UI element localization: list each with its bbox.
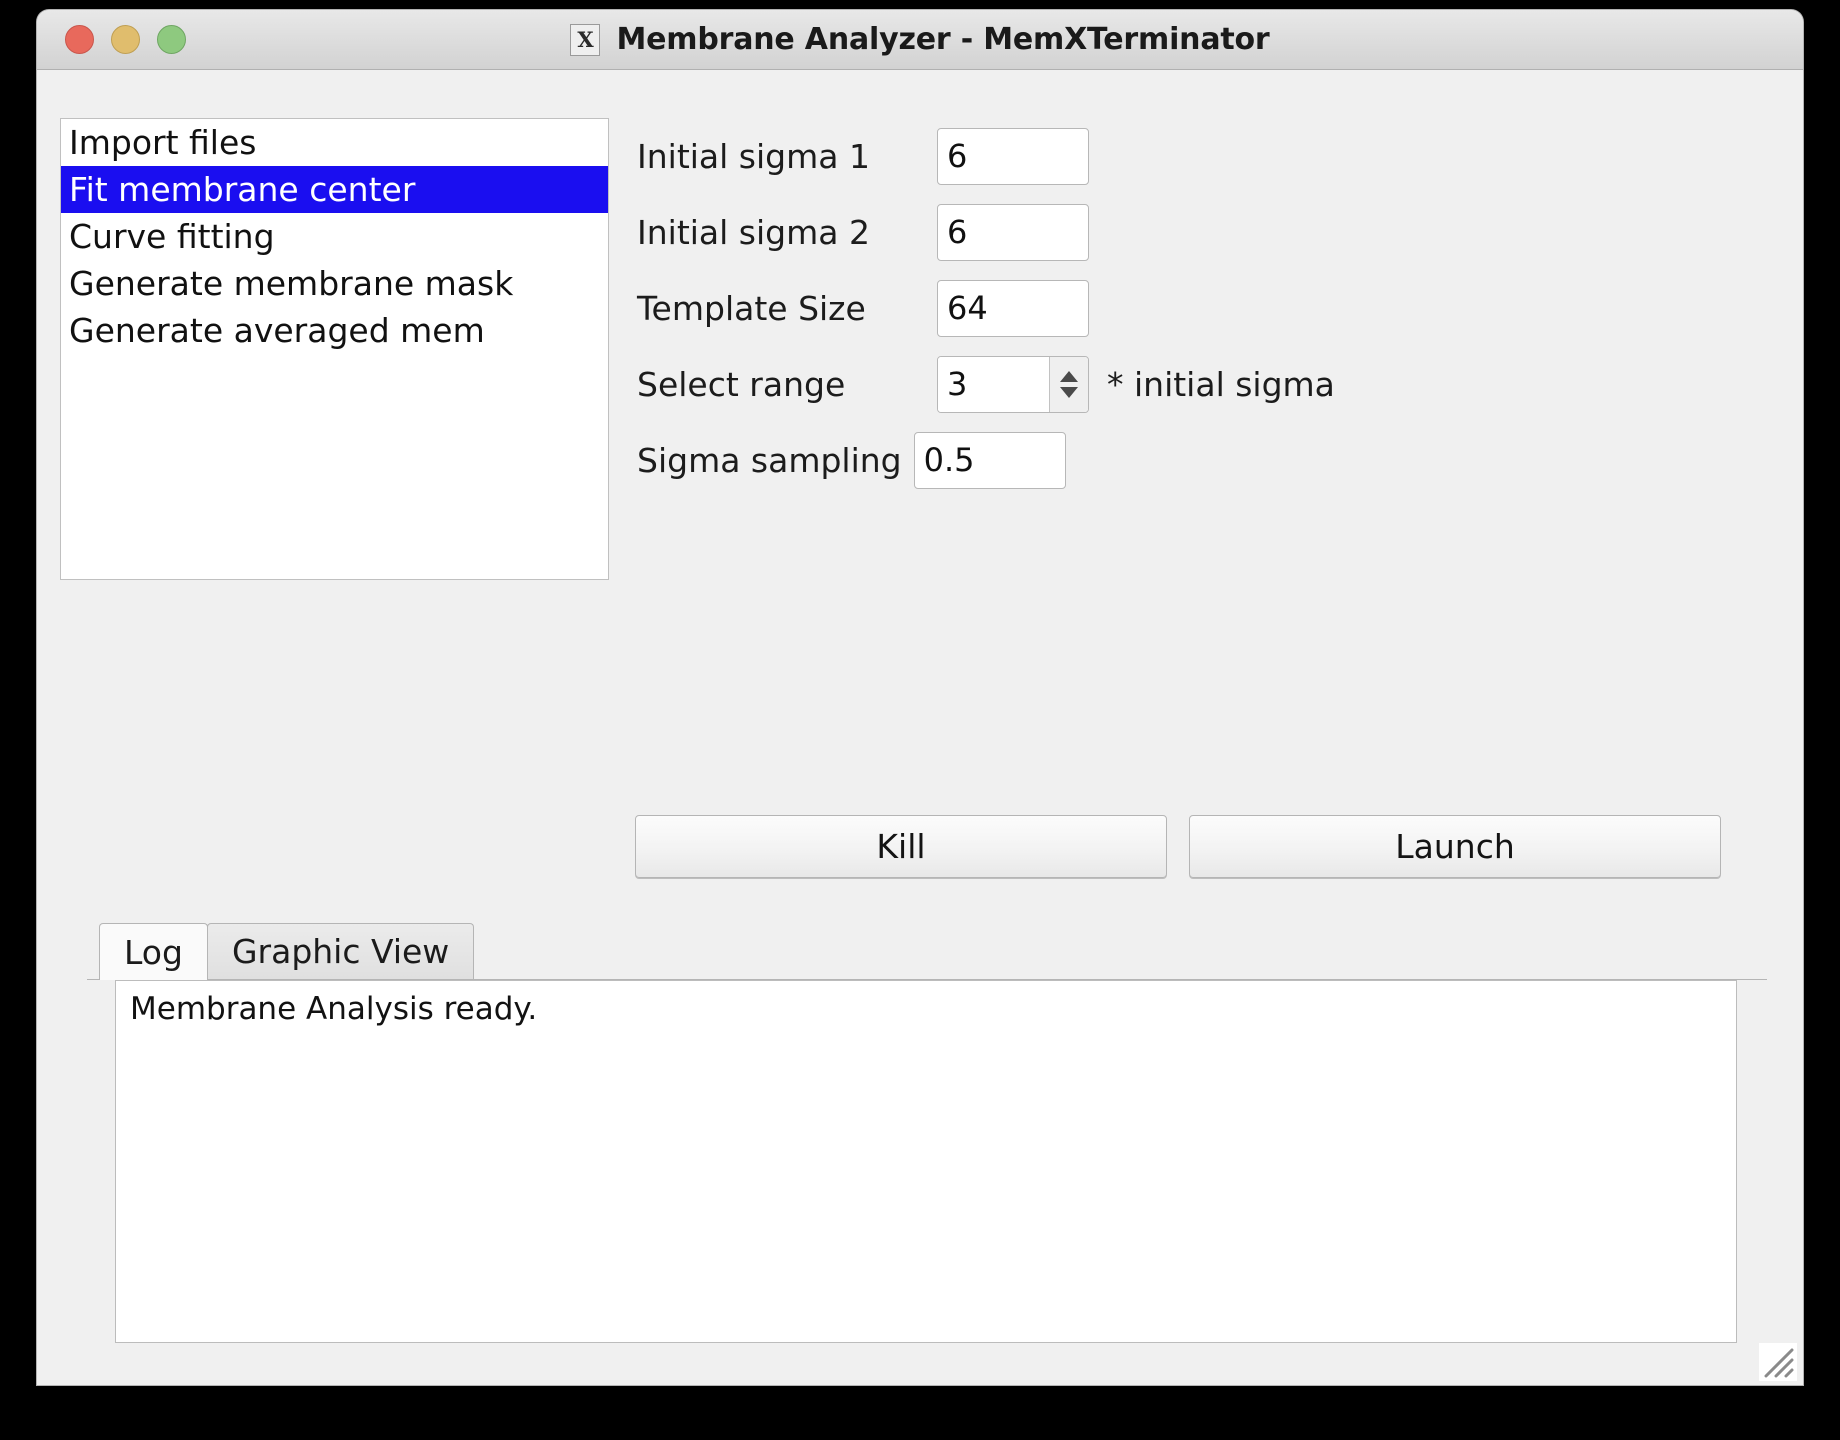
action-bar: Kill Launch [635, 815, 1721, 878]
launch-button[interactable]: Launch [1189, 815, 1721, 878]
title-group: X Membrane Analyzer - MemXTerminator [570, 22, 1270, 57]
tab-graphic-view[interactable]: Graphic View [206, 923, 475, 979]
list-item-generate-membrane-mask[interactable]: Generate membrane mask [61, 260, 608, 307]
initial-sigma-2-label: Initial sigma 2 [637, 212, 870, 252]
maximize-button[interactable] [157, 25, 186, 54]
tab-log[interactable]: Log [99, 923, 208, 980]
row-template-size: Template Size 64 [637, 270, 1335, 346]
list-item-import-files[interactable]: Import files [61, 119, 608, 166]
stepper-buttons[interactable] [1049, 356, 1088, 412]
chevron-up-icon[interactable] [1060, 370, 1078, 382]
row-initial-sigma-1: Initial sigma 1 6 [637, 118, 1335, 194]
x11-window-icon: X [570, 23, 601, 56]
template-size-input[interactable]: 64 [937, 279, 1089, 337]
close-button[interactable] [65, 25, 94, 54]
select-range-stepper[interactable]: 3 [937, 355, 1089, 413]
sigma-sampling-label: Sigma sampling [637, 440, 902, 480]
template-size-label: Template Size [637, 288, 866, 328]
title-bar[interactable]: X Membrane Analyzer - MemXTerminator [37, 10, 1803, 70]
window-title: Membrane Analyzer - MemXTerminator [616, 22, 1270, 57]
log-output[interactable]: Membrane Analysis ready. [115, 980, 1737, 1343]
list-item-generate-averaged-mem[interactable]: Generate averaged mem [61, 307, 608, 354]
minimize-button[interactable] [111, 25, 140, 54]
select-range-label: Select range [637, 364, 846, 404]
log-line: Membrane Analysis ready. [130, 991, 538, 1027]
list-item-fit-membrane-center[interactable]: Fit membrane center [61, 166, 608, 213]
row-sigma-sampling: Sigma sampling 0.5 [637, 422, 1335, 498]
window-content: Import files Fit membrane center Curve f… [37, 70, 1803, 1385]
output-tab-panel: Log Graphic View Membrane Analysis ready… [87, 918, 1767, 1365]
sigma-sampling-input[interactable]: 0.5 [913, 431, 1066, 489]
task-list[interactable]: Import files Fit membrane center Curve f… [60, 118, 609, 580]
resize-grip-icon[interactable] [1759, 1343, 1797, 1381]
select-range-suffix: * initial sigma [1107, 364, 1335, 404]
parameter-form: Initial sigma 1 6 Initial sigma 2 6 Temp… [637, 118, 1335, 498]
application-window: X Membrane Analyzer - MemXTerminator Imp… [37, 10, 1803, 1385]
select-range-input[interactable]: 3 [938, 356, 1049, 412]
row-select-range: Select range 3 * initial sigma [637, 346, 1335, 422]
initial-sigma-1-input[interactable]: 6 [937, 127, 1089, 185]
kill-button[interactable]: Kill [635, 815, 1167, 878]
window-controls [65, 10, 186, 69]
chevron-down-icon[interactable] [1060, 386, 1078, 398]
list-item-curve-fitting[interactable]: Curve fitting [61, 213, 608, 260]
initial-sigma-1-label: Initial sigma 1 [637, 136, 870, 176]
tab-strip: Log Graphic View [87, 918, 1767, 980]
row-initial-sigma-2: Initial sigma 2 6 [637, 194, 1335, 270]
initial-sigma-2-input[interactable]: 6 [937, 203, 1089, 261]
